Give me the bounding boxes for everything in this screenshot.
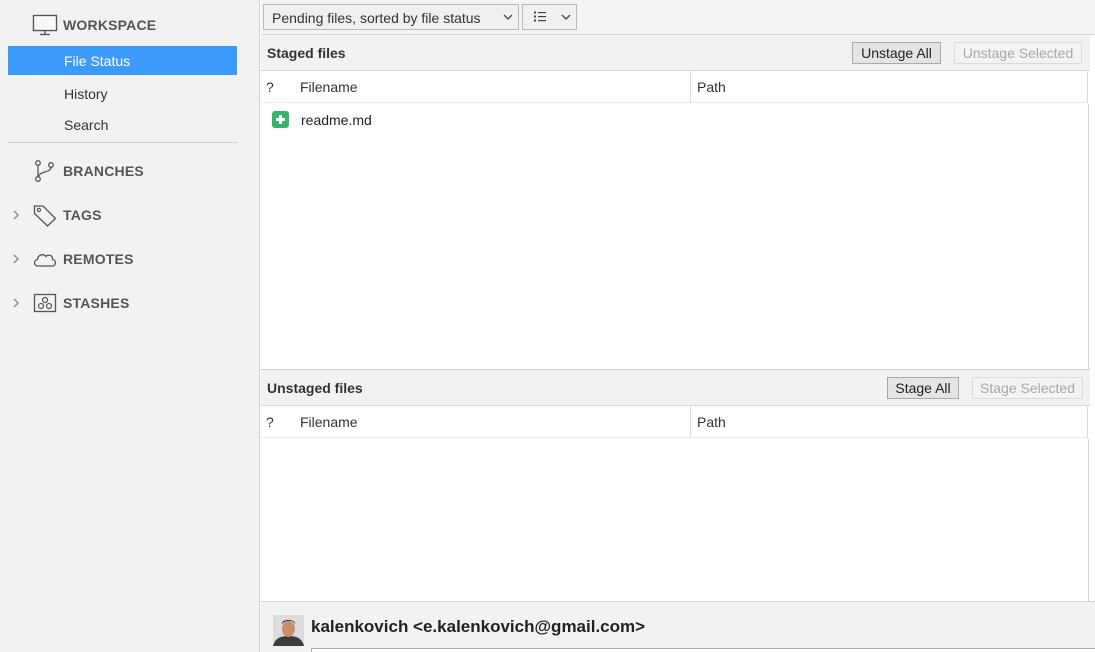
sidebar-item-search[interactable]: Search	[8, 110, 237, 139]
stage-selected-button[interactable]: Stage Selected	[972, 377, 1083, 399]
column-divider[interactable]	[690, 71, 691, 103]
sidebar-item-file-status[interactable]: File Status	[8, 46, 237, 75]
stashes-label: STASHES	[63, 295, 130, 311]
branch-icon	[32, 159, 58, 183]
monitor-icon	[32, 13, 58, 37]
commit-message-input[interactable]	[311, 648, 1095, 652]
avatar	[273, 615, 304, 646]
stash-box-icon	[32, 291, 58, 315]
staged-files-header: Staged files Unstage All Unstage Selecte…	[261, 35, 1090, 71]
path-column-header[interactable]: Path	[697, 79, 726, 95]
chevron-down-icon	[502, 8, 514, 29]
path-column-header[interactable]: Path	[697, 414, 726, 430]
column-divider[interactable]	[690, 406, 691, 438]
panel-border	[1088, 439, 1089, 601]
view-mode-dropdown[interactable]	[522, 4, 577, 30]
unstaged-files-header: Unstaged files Stage All Stage Selected	[261, 370, 1090, 406]
staged-files-title: Staged files	[267, 45, 346, 61]
list-view-icon	[533, 10, 547, 27]
toolbar: Pending files, sorted by file status	[261, 0, 1095, 35]
status-column-header[interactable]: ?	[266, 414, 274, 430]
stage-all-button[interactable]: Stage All	[887, 377, 959, 399]
sidebar-divider	[8, 142, 238, 143]
panel-border	[1088, 104, 1089, 369]
tag-icon	[32, 203, 58, 227]
unstaged-column-header: ? Filename Path	[261, 406, 1088, 438]
filename-column-header[interactable]: Filename	[300, 414, 358, 430]
branches-label: BRANCHES	[63, 163, 144, 179]
file-filter-value: Pending files, sorted by file status	[272, 10, 481, 26]
commit-author: kalenkovich <e.kalenkovich@gmail.com>	[311, 617, 646, 636]
chevron-down-icon	[560, 8, 572, 29]
chevron-right-icon[interactable]	[11, 252, 23, 266]
branches-header[interactable]: BRANCHES	[0, 156, 240, 186]
status-column-header[interactable]: ?	[266, 79, 274, 95]
sidebar-item-label: History	[64, 86, 108, 102]
remotes-header[interactable]: REMOTES	[0, 244, 240, 274]
unstage-selected-button[interactable]: Unstage Selected	[954, 42, 1082, 64]
column-divider	[1087, 406, 1088, 438]
staged-column-header: ? Filename Path	[261, 71, 1088, 103]
stashes-header[interactable]: STASHES	[0, 288, 240, 318]
sidebar-item-label: File Status	[64, 53, 131, 69]
tags-label: TAGS	[63, 207, 102, 223]
file-filter-dropdown[interactable]: Pending files, sorted by file status	[263, 4, 519, 30]
chevron-right-icon[interactable]	[11, 208, 23, 222]
unstaged-files-title: Unstaged files	[267, 380, 363, 396]
unstage-all-button[interactable]: Unstage All	[852, 42, 941, 64]
chevron-right-icon[interactable]	[11, 296, 23, 310]
column-divider	[1087, 71, 1088, 103]
file-name: readme.md	[301, 112, 372, 128]
workspace-header[interactable]: WORKSPACE	[0, 10, 240, 40]
added-file-icon	[272, 111, 289, 128]
commit-area: kalenkovich <e.kalenkovich@gmail.com>	[261, 601, 1095, 652]
table-row[interactable]: readme.md	[261, 104, 1088, 134]
tags-header[interactable]: TAGS	[0, 200, 240, 230]
sidebar-item-history[interactable]: History	[8, 79, 237, 108]
sidebar-item-label: Search	[64, 117, 109, 133]
workspace-label: WORKSPACE	[63, 17, 157, 33]
sidebar: WORKSPACE File Status History Search BRA…	[0, 0, 260, 652]
cloud-icon	[32, 247, 58, 271]
remotes-label: REMOTES	[63, 251, 134, 267]
filename-column-header[interactable]: Filename	[300, 79, 358, 95]
main-panel: Pending files, sorted by file status Sta…	[261, 0, 1095, 652]
